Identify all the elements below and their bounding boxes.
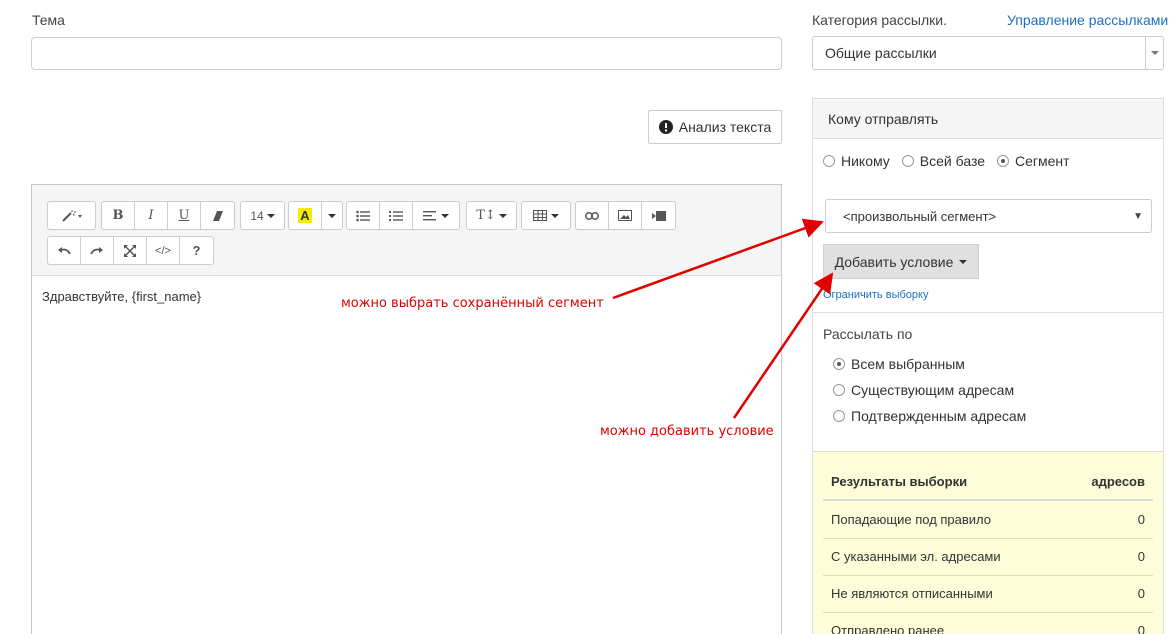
annotation-condition-note: можно добавить условие (600, 424, 774, 439)
condition-arrow (732, 272, 834, 419)
annotation-arrows (612, 218, 834, 419)
segment-arrow (612, 218, 824, 300)
annotation-segment-note: можно выбрать сохранённый сегмент (341, 296, 604, 311)
